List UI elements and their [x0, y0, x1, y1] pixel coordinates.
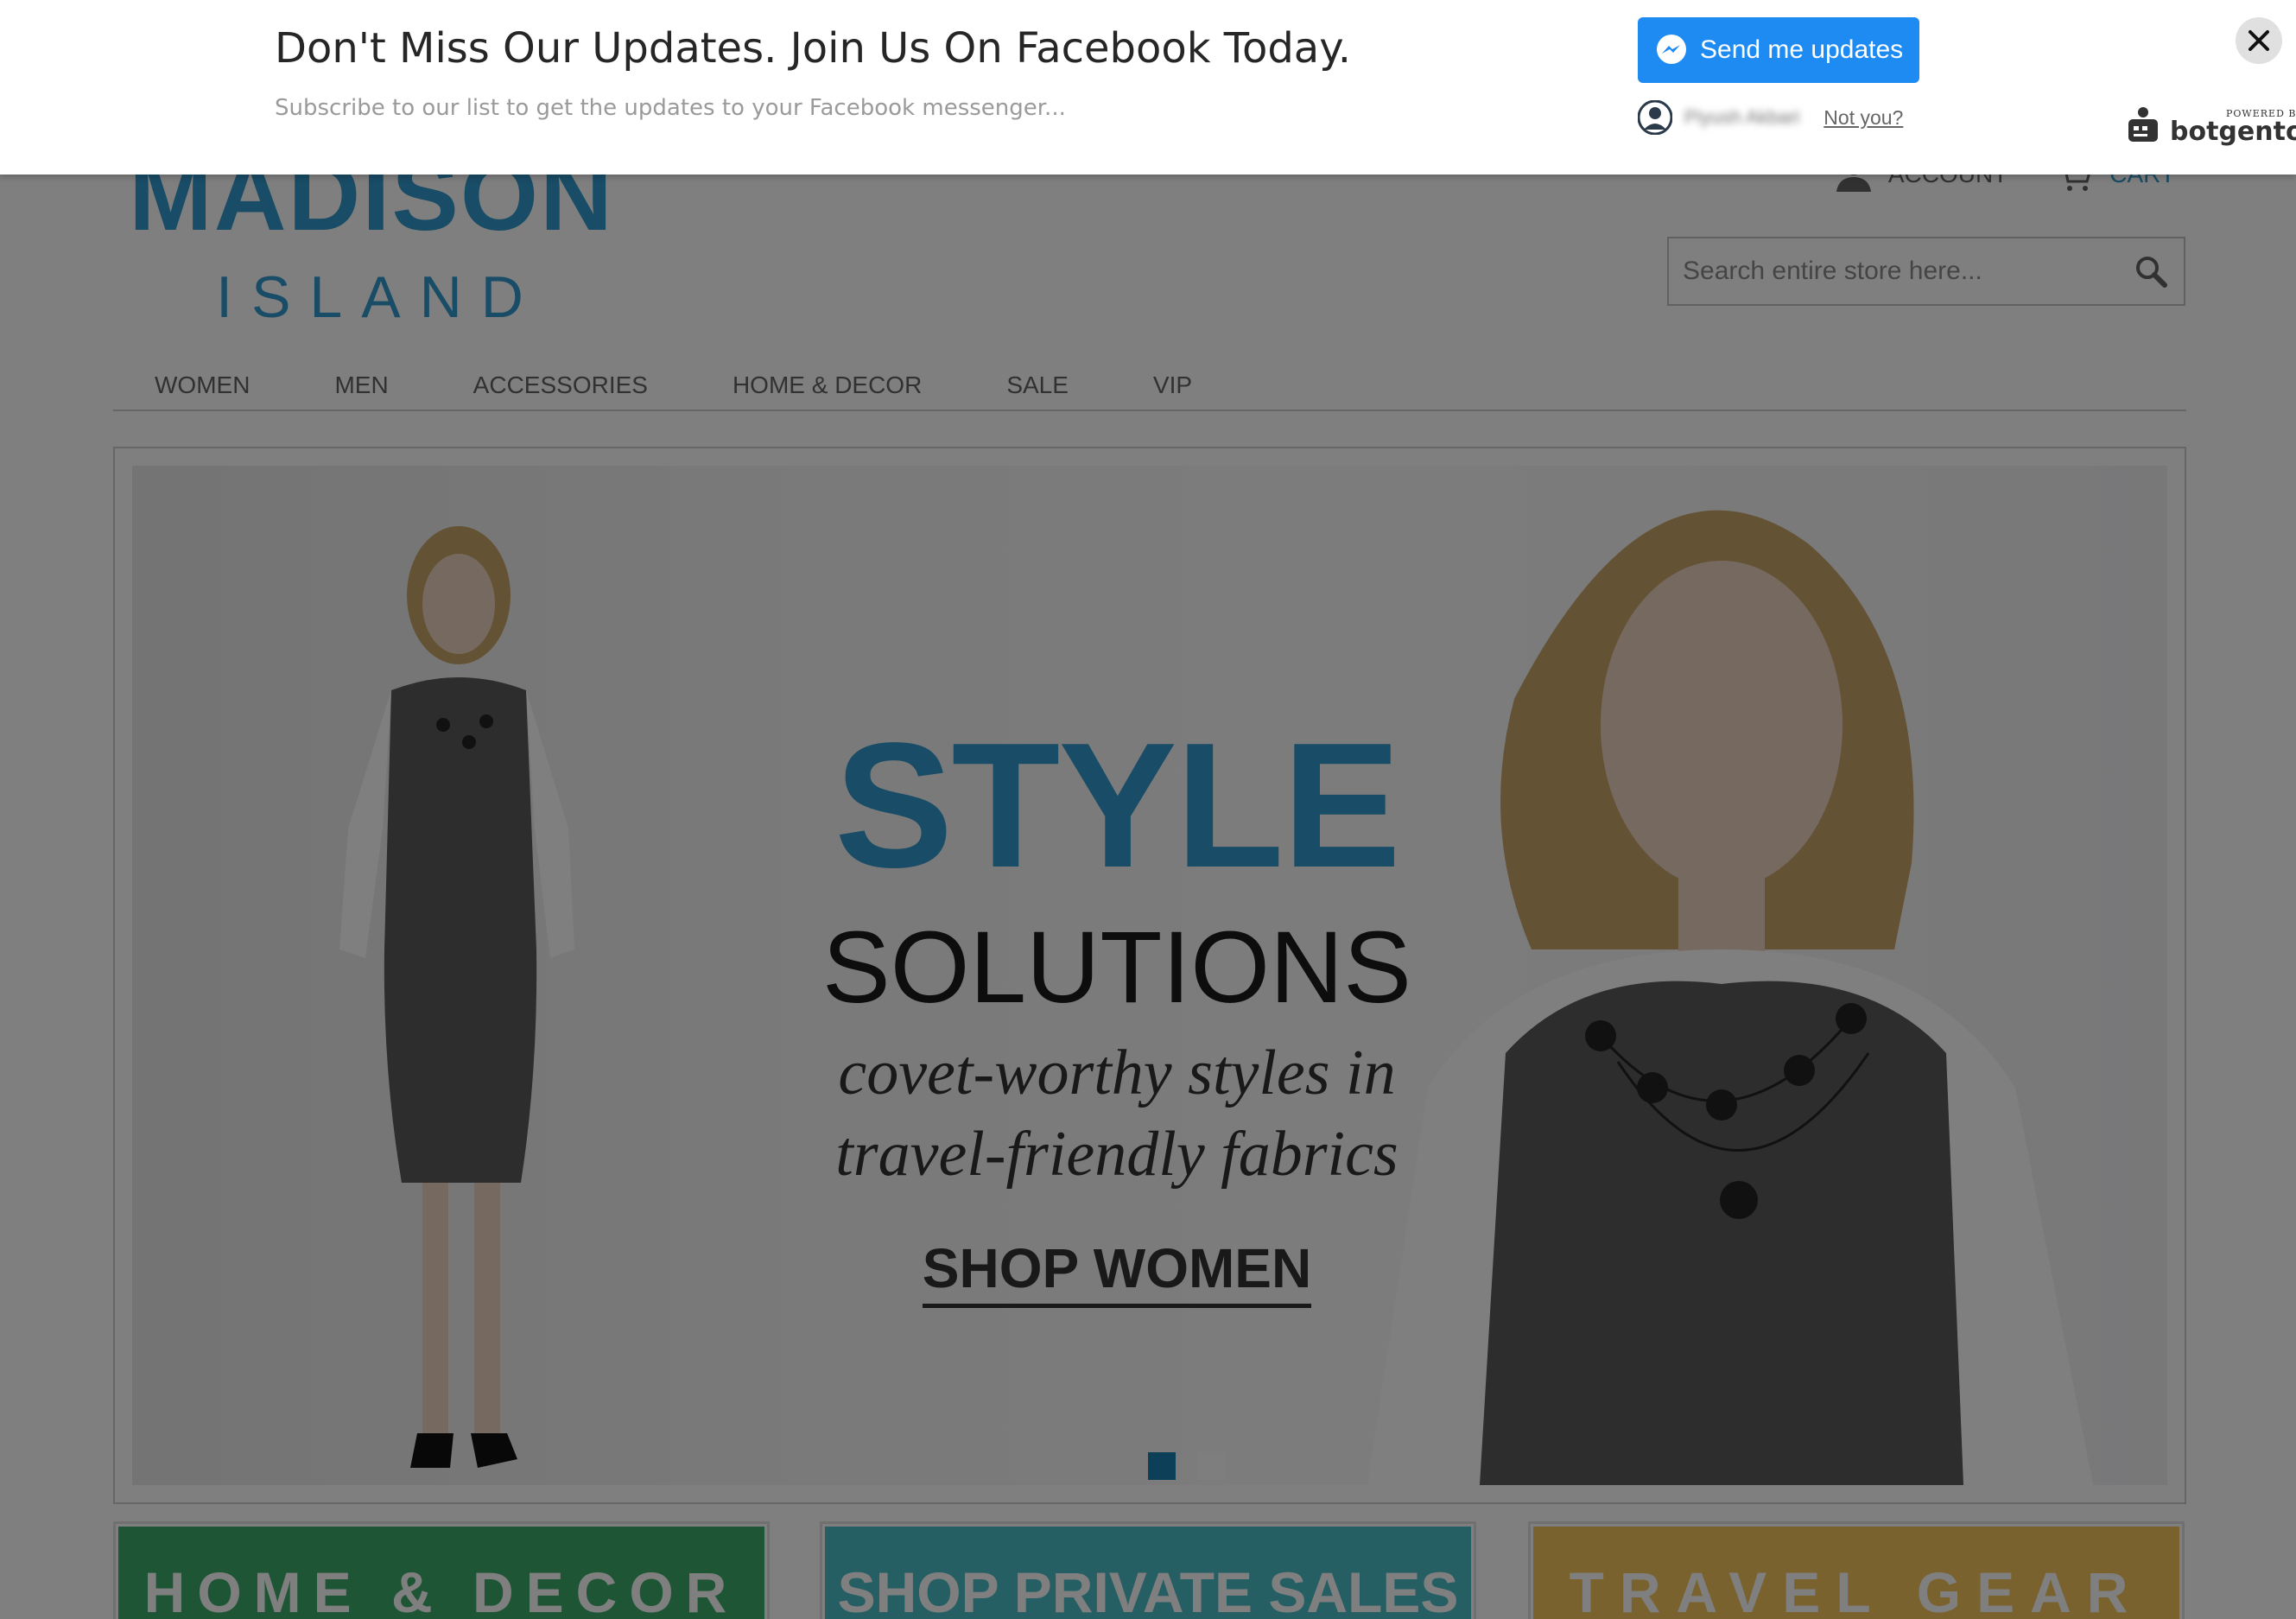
- messenger-user-name: Piyush Akbari: [1684, 106, 1800, 128]
- close-button[interactable]: [2236, 17, 2282, 64]
- send-me-updates-label: Send me updates: [1700, 35, 1904, 64]
- not-you-link[interactable]: Not you?: [1823, 106, 1903, 130]
- send-me-updates-button[interactable]: Send me updates: [1638, 17, 1919, 83]
- botgento-logo-icon: [2128, 107, 2158, 142]
- brand-name: botgento: [2170, 116, 2296, 147]
- avatar-icon: [1638, 100, 1672, 135]
- branding-text: POWERED BY botgento: [2170, 108, 2296, 145]
- messenger-optin-bar: Don't Miss Our Updates. Join Us On Faceb…: [0, 0, 2296, 175]
- messenger-user-row: Piyush Akbari Not you?: [1638, 100, 1903, 135]
- close-icon: [2248, 30, 2269, 51]
- optin-subtitle: Subscribe to our list to get the updates…: [275, 95, 1066, 121]
- botgento-branding[interactable]: POWERED BY botgento: [2125, 105, 2296, 147]
- optin-title: Don't Miss Our Updates. Join Us On Faceb…: [275, 24, 1352, 73]
- modal-overlay[interactable]: [0, 0, 2296, 1619]
- messenger-icon: [1657, 35, 1686, 64]
